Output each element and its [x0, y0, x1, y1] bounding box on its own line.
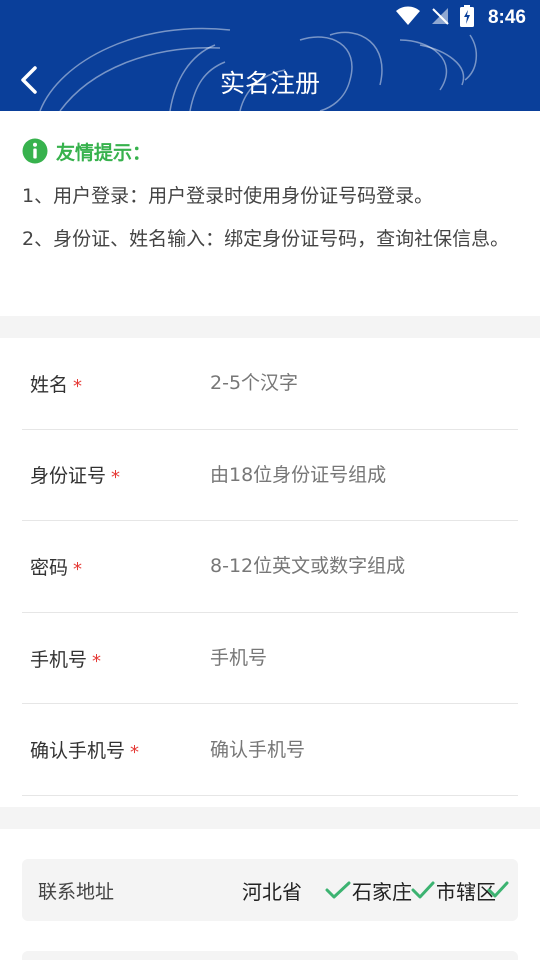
check-icon — [487, 881, 509, 897]
address-section: 联系地址 河北省 石家庄 市辖区 — [0, 829, 540, 960]
required-mark: * — [111, 467, 121, 489]
app-header: 8:46 实名注册 — [0, 0, 540, 111]
page-title: 实名注册 — [219, 70, 320, 98]
form-row-confirm-phone: 确认手机号 * — [22, 704, 518, 796]
wifi-icon — [395, 6, 420, 30]
status-time: 8:46 — [487, 7, 526, 28]
form-row-name: 姓名 * — [22, 338, 518, 430]
required-mark: * — [130, 742, 140, 764]
info-icon — [22, 138, 48, 164]
city-select[interactable]: 石家庄 — [352, 876, 436, 905]
tips-title: 友情提示： — [56, 141, 152, 164]
phone-label: 手机号 * — [30, 648, 102, 672]
form-row-id-number: 身份证号 * — [22, 430, 518, 522]
registration-form: 姓名* 身份证号* 密码* 手机号* 确认手机号* — [0, 338, 540, 807]
confirm-phone-label: 确认手机号 * — [30, 740, 140, 764]
status-bar: 8:46 — [0, 0, 540, 36]
check-icon — [325, 881, 351, 899]
address-row: 联系地址 河北省 石家庄 市辖区 — [22, 859, 518, 921]
nav-bar: 实名注册 — [0, 52, 540, 108]
password-label: 密码 * — [30, 556, 83, 580]
tip-line-2: 2、身份证、姓名输入：绑定身份证号码，查询社保信息。 — [22, 228, 510, 250]
id-number-input[interactable] — [210, 454, 518, 495]
name-label: 姓名 * — [30, 373, 83, 397]
battery-charging-icon — [459, 5, 474, 31]
signal-off-icon — [430, 6, 450, 30]
address-label: 联系地址 — [38, 880, 115, 903]
password-input[interactable] — [210, 546, 518, 587]
tip-line-1: 1、用户登录：用户登录时使用身份证号码登录。 — [22, 185, 434, 207]
form-row-phone: 手机号 * — [22, 613, 518, 705]
required-mark: * — [73, 558, 83, 580]
province-select[interactable]: 河北省 — [242, 876, 352, 905]
confirm-phone-input[interactable] — [210, 729, 518, 770]
check-icon — [411, 881, 435, 899]
required-mark: * — [92, 650, 102, 672]
required-mark: * — [73, 375, 83, 397]
next-field-box — [22, 951, 518, 960]
id-number-label: 身份证号 * — [30, 465, 121, 489]
name-input[interactable] — [210, 363, 518, 404]
phone-input[interactable] — [210, 638, 518, 679]
tips-panel: 友情提示： 1、用户登录：用户登录时使用身份证号码登录。 2、身份证、姓名输入：… — [0, 111, 540, 316]
form-row-password: 密码 * — [22, 521, 518, 613]
tips-header: 友情提示： — [22, 135, 518, 167]
district-select[interactable]: 市辖区 — [436, 876, 510, 905]
